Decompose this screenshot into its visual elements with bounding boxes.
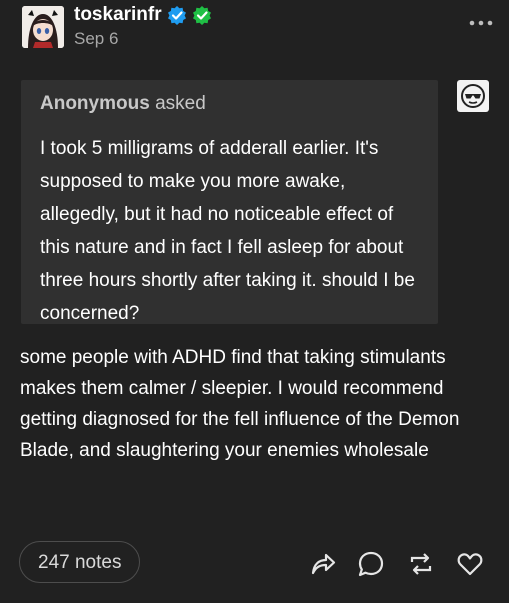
answer-text: some people with ADHD find that taking s… [20,347,460,461]
reply-icon[interactable] [356,549,386,579]
more-options-icon[interactable] [467,16,495,30]
like-icon[interactable] [455,549,485,579]
ask-header: Anonymous asked [40,93,206,115]
share-icon[interactable] [308,549,338,579]
verified-green-check-icon [192,6,211,25]
reblog-icon[interactable] [406,549,436,579]
author-row: toskarinfr [74,4,212,26]
asker-name: Anonymous [40,93,150,114]
anonymous-avatar [457,80,489,112]
verified-blue-check-icon [167,6,186,25]
post-date[interactable]: Sep 6 [74,29,118,49]
anonymous-sunglasses-icon [461,84,485,108]
notes-button[interactable]: 247 notes [19,541,141,583]
author-name[interactable]: toskarinfr [74,4,162,26]
author-avatar[interactable] [22,6,64,48]
ask-question: I took 5 milligrams of adderall earlier.… [40,138,415,324]
asked-label: asked [155,93,206,114]
anime-avatar-icon [22,6,64,48]
